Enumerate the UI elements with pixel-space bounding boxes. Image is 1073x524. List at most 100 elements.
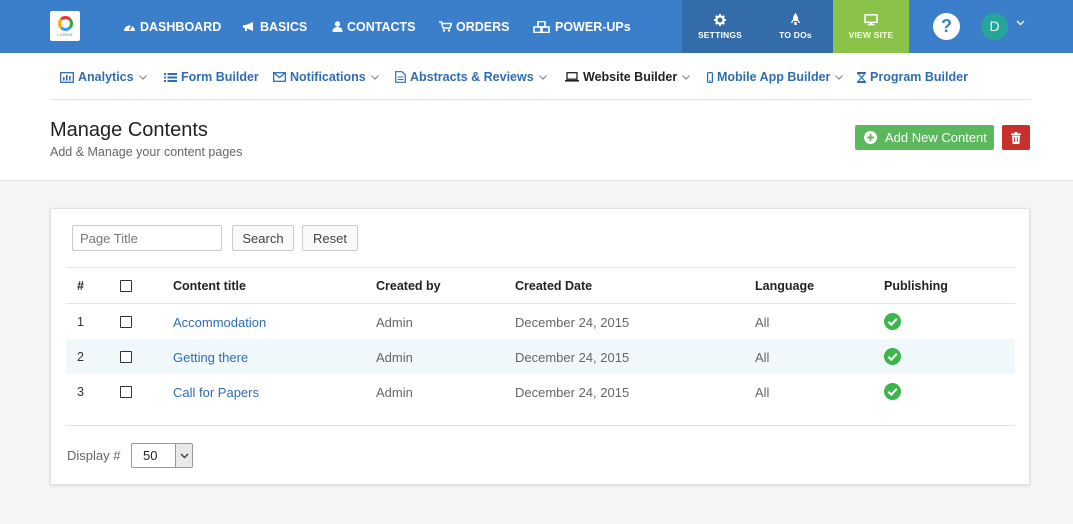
table-row: 2 Getting there Admin December 24, 2015 … (66, 339, 1015, 374)
published-check-icon[interactable] (884, 313, 901, 330)
created-by: Admin (376, 385, 413, 400)
chevron-down-icon (538, 74, 547, 80)
table-row: 3 Call for Papers Admin December 24, 201… (66, 374, 1015, 409)
reset-button[interactable]: Reset (302, 225, 358, 251)
table-top-border (66, 267, 1015, 268)
content-title-link[interactable]: Accommodation (173, 315, 266, 330)
hourglass-icon (857, 71, 866, 83)
sub-navbar: Analytics Form Builder Notifications Abs… (0, 54, 1073, 100)
column-header-created-by[interactable]: Created by (376, 279, 441, 293)
display-count-select[interactable]: 50 (131, 443, 193, 468)
plus-circle-icon (864, 131, 877, 144)
column-header-content-title[interactable]: Content title (173, 279, 246, 293)
gear-icon (714, 13, 726, 26)
chevron-down-icon[interactable] (1016, 20, 1025, 26)
settings-tile[interactable]: SETTINGS (682, 0, 758, 53)
help-button[interactable]: ? (933, 13, 960, 40)
nav-dashboard[interactable]: DASHBOARD (123, 0, 221, 53)
chevron-down-icon (370, 74, 379, 80)
page-title-search-input[interactable] (72, 225, 222, 251)
content-title-link[interactable]: Getting there (173, 350, 248, 365)
row-number: 1 (77, 315, 84, 329)
row-number: 3 (77, 385, 84, 399)
view-site-tile[interactable]: VIEW SITE (833, 0, 909, 53)
top-navbar: LOREM DASHBOARD BASICS CONTACTS ORDERS P… (0, 0, 1073, 53)
nav-power-ups-label: POWER-UPs (555, 19, 631, 34)
app-logo[interactable]: LOREM (50, 11, 80, 41)
language: All (755, 385, 770, 400)
document-icon (395, 71, 406, 83)
page-title: Manage Contents (50, 119, 208, 141)
nav-orders-label: ORDERS (456, 19, 510, 34)
subnav-abstracts-reviews-label: Abstracts & Reviews (410, 70, 534, 84)
view-site-label: VIEW SITE (848, 29, 894, 40)
created-date: December 24, 2015 (515, 315, 630, 330)
cart-icon (439, 21, 452, 32)
select-arrow[interactable] (175, 444, 192, 467)
nav-basics-label: BASICS (260, 19, 308, 34)
column-header-number: # (77, 279, 84, 293)
subnav-program-builder[interactable]: Program Builder (857, 68, 968, 86)
table-row: 1 Accommodation Admin December 24, 2015 … (66, 304, 1015, 339)
settings-label: SETTINGS (697, 29, 743, 40)
subnav-program-builder-label: Program Builder (870, 70, 968, 84)
chevron-down-icon (835, 74, 844, 80)
rocket-icon (790, 13, 801, 25)
table-footer-border (66, 425, 1015, 426)
created-date: December 24, 2015 (515, 385, 630, 400)
bullhorn-icon (243, 22, 253, 31)
row-number: 2 (77, 350, 84, 364)
subnav-form-builder[interactable]: Form Builder (164, 68, 259, 86)
page-subtitle: Add & Manage your content pages (50, 145, 243, 159)
column-header-language[interactable]: Language (755, 279, 814, 293)
cubes-icon (533, 20, 550, 33)
language: All (755, 315, 770, 330)
created-date: December 24, 2015 (515, 350, 630, 365)
search-button[interactable]: Search (232, 225, 294, 251)
column-header-created-date[interactable]: Created Date (515, 279, 592, 293)
subnav-notifications[interactable]: Notifications (273, 68, 379, 86)
list-icon (164, 72, 177, 82)
logo-text: LOREM (57, 31, 73, 37)
nav-power-ups[interactable]: POWER-UPs (533, 0, 631, 53)
display-count-label: Display # (67, 448, 121, 463)
subnav-website-builder[interactable]: Website Builder (565, 68, 691, 86)
logo-mark (57, 15, 73, 31)
delete-button[interactable] (1002, 125, 1030, 150)
add-new-content-button[interactable]: Add New Content (855, 125, 994, 150)
subnav-analytics-label: Analytics (78, 70, 134, 84)
nav-orders[interactable]: ORDERS (439, 0, 509, 53)
dashboard-icon (124, 24, 135, 31)
display-count-value: 50 (143, 448, 158, 463)
content-title-link[interactable]: Call for Papers (173, 385, 259, 400)
created-by: Admin (376, 350, 413, 365)
subnav-analytics[interactable]: Analytics (60, 68, 147, 86)
subnav-abstracts-reviews[interactable]: Abstracts & Reviews (395, 68, 547, 86)
envelope-icon (273, 72, 286, 82)
language: All (755, 350, 770, 365)
row-checkbox[interactable] (120, 351, 132, 363)
nav-contacts-label: CONTACTS (347, 19, 416, 34)
column-header-publishing[interactable]: Publishing (884, 279, 948, 293)
nav-basics[interactable]: BASICS (242, 0, 307, 53)
todos-label: TO DOs (779, 30, 812, 40)
published-check-icon[interactable] (884, 348, 901, 365)
user-icon (332, 21, 343, 32)
created-by: Admin (376, 315, 413, 330)
subnav-mobile-app-builder-label: Mobile App Builder (717, 70, 831, 84)
select-all-checkbox[interactable] (120, 280, 132, 292)
nav-contacts[interactable]: CONTACTS (332, 0, 416, 53)
row-checkbox[interactable] (120, 316, 132, 328)
todos-tile[interactable]: TO DOs (758, 0, 833, 53)
subnav-notifications-label: Notifications (290, 70, 366, 84)
chevron-down-icon (682, 74, 691, 80)
add-new-content-label: Add New Content (885, 130, 987, 145)
subnav-website-builder-label: Website Builder (583, 70, 678, 84)
subnav-mobile-app-builder[interactable]: Mobile App Builder (707, 68, 844, 86)
chevron-down-icon (138, 74, 147, 80)
row-checkbox[interactable] (120, 386, 132, 398)
mobile-icon (707, 71, 713, 83)
avatar[interactable]: D (981, 13, 1008, 40)
published-check-icon[interactable] (884, 383, 901, 400)
contents-panel: Search Reset # Content title Created by … (50, 208, 1030, 485)
